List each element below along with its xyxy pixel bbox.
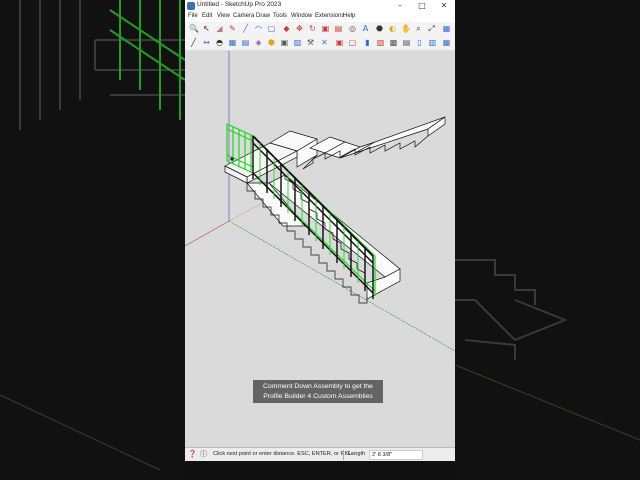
caption-line-2: Profile Builder 4 Custom Assemblies — [263, 392, 373, 400]
background-blur-left — [0, 0, 185, 480]
menu-extensions[interactable]: Extensions — [315, 13, 344, 19]
text-icon[interactable]: A — [361, 24, 370, 33]
measurements-input[interactable]: 2' 8 3/8" — [369, 450, 423, 460]
move-icon[interactable]: ✥ — [295, 24, 304, 33]
protractor-icon[interactable]: ◓ — [215, 38, 224, 47]
video-caption: Comment Down Assembly to get the Profile… — [253, 380, 383, 403]
status-divider — [343, 450, 344, 460]
menu-help[interactable]: Help — [343, 13, 355, 19]
caption-line-1: Comment Down Assembly to get the — [263, 383, 373, 390]
info-icon[interactable]: ⓘ — [199, 450, 208, 459]
styles-icon[interactable]: ▨ — [293, 38, 302, 47]
menu-edit[interactable]: Edit — [202, 13, 212, 19]
toolbar-row-1: 🔍 ↖ ◢ ✎ ╱ ◠ ▢ ◆ ✥ ↻ ▣ ▤ ◎ A ⬣ ◐ ✋ ⌕ ⤢ ▦ — [185, 22, 455, 37]
profile-builder-icon[interactable]: ▮ — [363, 38, 372, 47]
background-blur-right — [455, 0, 640, 480]
fog-icon[interactable]: ▢ — [348, 38, 357, 47]
paint-bucket-icon[interactable]: ⬣ — [375, 24, 384, 33]
import-icon[interactable]: ▤ — [402, 38, 411, 47]
upper-stair-flight — [269, 116, 446, 170]
menu-tools[interactable]: Tools — [273, 13, 287, 19]
menu-camera[interactable]: Camera — [233, 13, 254, 19]
push-pull-icon[interactable]: ◆ — [282, 24, 291, 33]
tape-measure-icon[interactable]: ◎ — [348, 24, 357, 33]
outliner-icon[interactable]: ▯ — [415, 38, 424, 47]
axes-icon[interactable]: ▦ — [228, 38, 237, 47]
shadows-icon[interactable]: ▣ — [335, 38, 344, 47]
menu-view[interactable]: View — [217, 13, 230, 19]
section-icon[interactable]: ╱ — [189, 38, 198, 47]
layout-icon[interactable]: ▦ — [442, 24, 451, 33]
scenes-icon[interactable]: ✕ — [320, 38, 329, 47]
zoom-icon[interactable]: ⌕ — [414, 24, 423, 33]
model-axes — [185, 51, 455, 352]
minimize-button[interactable]: – — [389, 0, 411, 12]
eraser-icon[interactable]: ◢ — [215, 24, 224, 33]
select-icon[interactable]: 🔍 — [189, 24, 199, 33]
extension-icon[interactable]: ◈ — [254, 38, 263, 47]
menu-window[interactable]: Window — [291, 13, 312, 19]
toolbar-row-2: ╱ ↔ ◓ ▦ ▤ ◈ ⬢ ▣ ▨ ⚒ ✕ ▣ ▢ ▮ ▧ ▩ ▤ ▯ ▥ ▦ — [185, 36, 455, 51]
window-title: Untitled - SketchUp Pro 2023 — [197, 1, 282, 8]
materials-icon[interactable]: ▦ — [442, 38, 451, 47]
arrow-select-icon[interactable]: ↖ — [202, 24, 211, 33]
menu-draw[interactable]: Draw — [256, 13, 270, 19]
dimension-icon[interactable]: ↔ — [202, 38, 211, 47]
title-bar: Untitled - SketchUp Pro 2023 – □ ✕ — [185, 0, 455, 12]
cursor-icon — [230, 157, 234, 161]
measurements-label: Length — [348, 451, 366, 457]
menu-file[interactable]: File — [188, 13, 198, 19]
scale-icon[interactable]: ▣ — [321, 24, 330, 33]
sketchup-logo-icon — [187, 2, 195, 10]
tags-icon[interactable]: ⚒ — [306, 38, 315, 47]
pan-icon[interactable]: ✋ — [401, 24, 411, 33]
pencil-icon[interactable]: ✎ — [228, 24, 237, 33]
close-button[interactable]: ✕ — [433, 0, 455, 12]
sketchup-window: Untitled - SketchUp Pro 2023 – □ ✕ File … — [185, 0, 455, 461]
drawing-viewport[interactable]: Comment Down Assembly to get the Profile… — [185, 51, 455, 447]
match-photo-icon[interactable]: ▧ — [376, 38, 385, 47]
maximize-button[interactable]: □ — [411, 0, 433, 12]
orbit-icon[interactable]: ◐ — [388, 24, 397, 33]
geolocation-icon[interactable]: ❓ — [188, 450, 197, 459]
status-bar: ❓ ⓘ Click next point or enter distance. … — [185, 447, 455, 461]
rectangle-icon[interactable]: ▢ — [267, 24, 276, 33]
entity-info-icon[interactable]: ▥ — [428, 38, 437, 47]
warehouse-icon[interactable]: ▤ — [241, 38, 250, 47]
offset-icon[interactable]: ▤ — [334, 24, 343, 33]
group-icon[interactable]: ▣ — [280, 38, 289, 47]
arc-icon[interactable]: ◠ — [254, 24, 263, 33]
line-icon[interactable]: ╱ — [241, 24, 250, 33]
status-hint: Click next point or enter distance. ESC,… — [213, 451, 356, 457]
zoom-extents-icon[interactable]: ⤢ — [427, 24, 436, 33]
component-icon[interactable]: ⬢ — [267, 38, 276, 47]
rotate-icon[interactable]: ↻ — [308, 24, 317, 33]
export-icon[interactable]: ▩ — [389, 38, 398, 47]
